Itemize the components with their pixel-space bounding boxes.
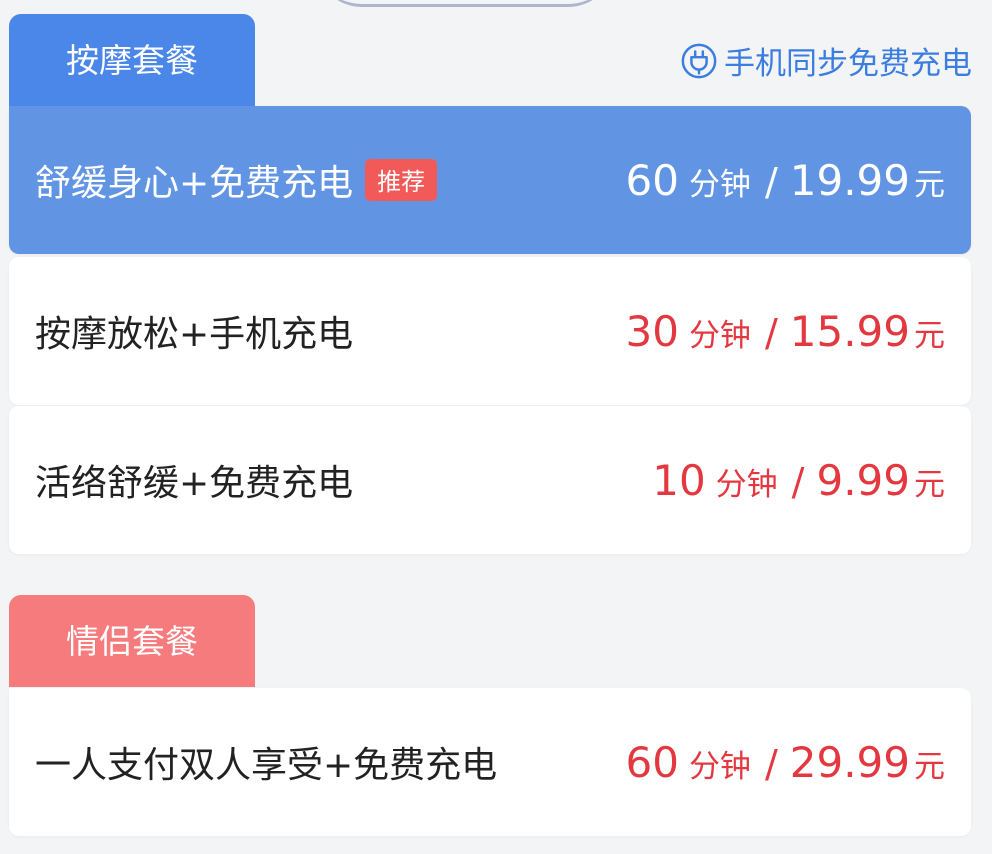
charging-plug-icon [681, 43, 717, 78]
package-name-group: 按摩放松+手机充电 [35, 305, 353, 357]
duration-value: 10 [652, 455, 706, 505]
price-separator: / [764, 741, 778, 786]
duration-value: 60 [625, 155, 679, 205]
package-card-massage-relax[interactable]: 按摩放松+手机充电 30 分钟 / 15.99 元 [9, 257, 971, 405]
price-value: 19.99 [789, 155, 910, 205]
duration-value: 60 [625, 737, 679, 787]
package-name: 舒缓身心+免费充电 [35, 163, 354, 204]
top-decoration [315, 0, 615, 7]
currency-unit: 元 [914, 748, 945, 785]
tab-massage-packages[interactable]: 按摩套餐 [9, 14, 255, 106]
tab-couple-label: 情侣套餐 [66, 622, 198, 661]
price-value: 15.99 [789, 306, 910, 356]
package-name-group: 一人支付双人享受+免费充电 [35, 736, 497, 788]
price-value: 29.99 [789, 737, 910, 787]
price-separator: / [764, 159, 778, 204]
duration-unit: 分钟 [688, 748, 751, 785]
currency-unit: 元 [914, 166, 945, 203]
recommend-badge: 推荐 [365, 159, 438, 201]
duration-unit: 分钟 [688, 317, 751, 354]
duration-unit: 分钟 [688, 166, 751, 203]
package-name: 一人支付双人享受+免费充电 [35, 745, 498, 786]
currency-unit: 元 [914, 317, 945, 354]
package-price: 30 分钟 / 15.99 元 [625, 307, 945, 356]
package-price: 60 分钟 / 19.99 元 [625, 156, 945, 205]
price-separator: / [764, 310, 778, 355]
price-separator: / [791, 459, 805, 504]
tab-couple-packages[interactable]: 情侣套餐 [9, 595, 255, 687]
duration-unit: 分钟 [715, 466, 778, 503]
price-value: 9.99 [816, 455, 910, 505]
package-name: 按摩放松+手机充电 [35, 314, 354, 355]
package-name-group: 舒缓身心+免费充电 推荐 [35, 154, 438, 206]
tab-massage-label: 按摩套餐 [66, 41, 198, 80]
currency-unit: 元 [914, 466, 945, 503]
sync-charging-note: 手机同步免费充电 [680, 38, 972, 83]
package-price: 60 分钟 / 29.99 元 [625, 738, 945, 787]
sync-note-text: 手机同步免费充电 [724, 46, 972, 82]
package-card-meridian-relief[interactable]: 活络舒缓+免费充电 10 分钟 / 9.99 元 [9, 406, 971, 554]
package-card-couple[interactable]: 一人支付双人享受+免费充电 60 分钟 / 29.99 元 [9, 688, 971, 836]
package-name: 活络舒缓+免费充电 [35, 463, 354, 504]
package-price: 10 分钟 / 9.99 元 [652, 456, 945, 505]
duration-value: 30 [625, 306, 679, 356]
package-card-relax-body-mind[interactable]: 舒缓身心+免费充电 推荐 60 分钟 / 19.99 元 [9, 106, 971, 254]
package-name-group: 活络舒缓+免费充电 [35, 454, 353, 506]
